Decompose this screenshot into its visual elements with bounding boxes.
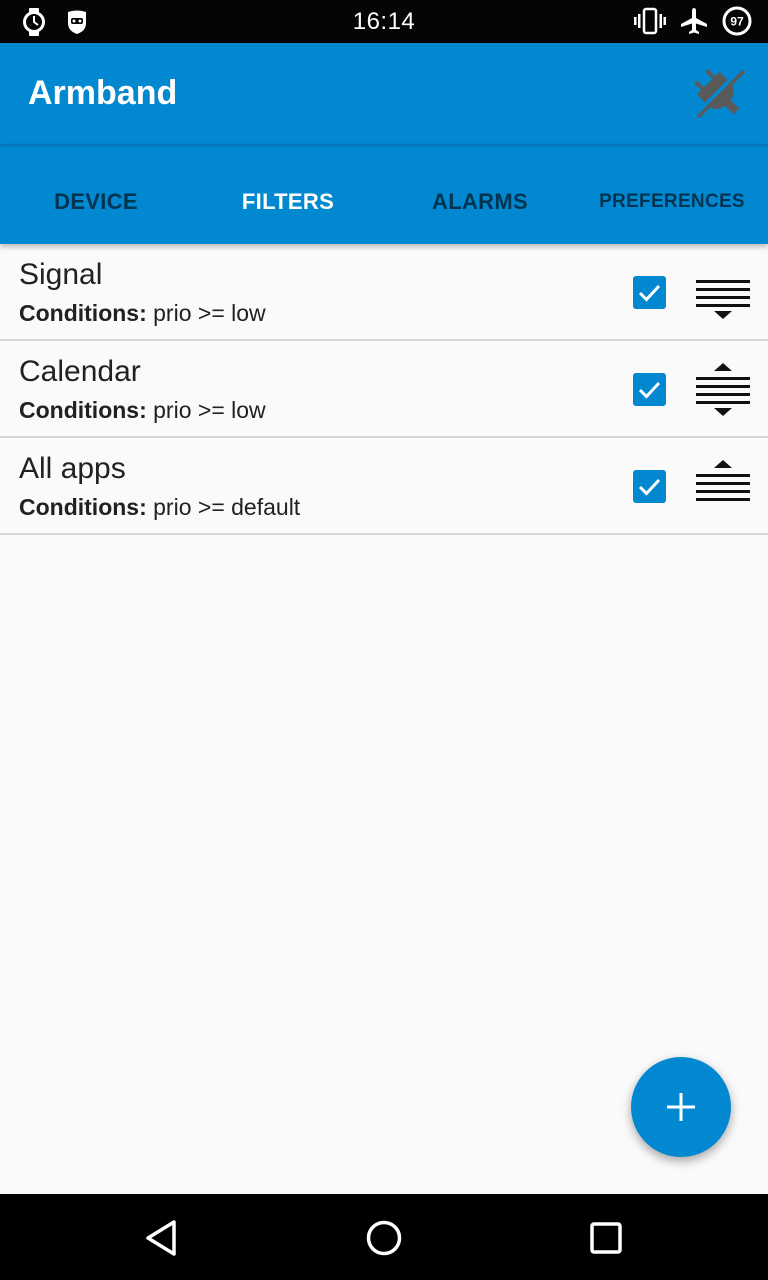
battery-level-text: 97 [730, 15, 744, 29]
enabled-checkbox[interactable] [633, 470, 666, 503]
check-icon [638, 381, 661, 399]
conditions-value: prio >= low [153, 397, 266, 423]
move-up-down-icon[interactable] [694, 357, 752, 423]
connect-button[interactable] [688, 63, 748, 123]
filter-name: Calendar [19, 355, 141, 388]
home-icon [366, 1220, 402, 1256]
status-icons-right: 97 [634, 6, 752, 41]
enabled-checkbox[interactable] [633, 276, 666, 309]
airplane-icon [680, 7, 708, 40]
filter-name: All apps [19, 452, 126, 485]
app-title: Armband [28, 74, 178, 112]
filter-row-calendar[interactable]: Calendar Conditions: prio >= low [0, 341, 768, 438]
check-icon [638, 478, 661, 496]
filter-conditions: Conditions: prio >= default [19, 494, 300, 521]
back-icon [146, 1220, 176, 1256]
app-bar: Armband [0, 43, 768, 144]
check-icon [638, 284, 661, 302]
tab-bar: DEVICE FILTERS ALARMS PREFERENCES [0, 144, 768, 244]
home-button[interactable] [362, 1216, 406, 1260]
tab-preferences[interactable]: PREFERENCES [576, 144, 768, 244]
tab-device[interactable]: DEVICE [0, 144, 192, 244]
back-button[interactable] [140, 1216, 184, 1260]
filter-list: Signal Conditions: prio >= low Calendar … [0, 244, 768, 535]
filter-conditions: Conditions: prio >= low [19, 300, 266, 327]
move-up-icon[interactable] [694, 454, 752, 520]
filter-name: Signal [19, 258, 103, 291]
recents-icon [590, 1222, 622, 1254]
filter-row-all-apps[interactable]: All apps Conditions: prio >= default [0, 438, 768, 535]
battery-icon: 97 [722, 6, 752, 41]
enabled-checkbox[interactable] [633, 373, 666, 406]
conditions-label: Conditions: [19, 397, 147, 423]
conditions-label: Conditions: [19, 494, 147, 520]
screen: 16:14 97 Armband DEVICE FILTERS ALARMS P… [0, 0, 768, 1280]
recents-button[interactable] [584, 1216, 628, 1260]
filter-conditions: Conditions: prio >= low [19, 397, 266, 424]
filter-row-signal[interactable]: Signal Conditions: prio >= low [0, 244, 768, 341]
add-filter-button[interactable] [631, 1057, 731, 1157]
tab-alarms[interactable]: ALARMS [384, 144, 576, 244]
navigation-bar [0, 1194, 768, 1280]
vibrate-icon [634, 7, 666, 40]
conditions-label: Conditions: [19, 300, 147, 326]
move-down-icon[interactable] [694, 260, 752, 326]
plus-icon [667, 1093, 695, 1121]
conditions-value: prio >= low [153, 300, 266, 326]
status-bar: 16:14 97 [0, 0, 768, 43]
tab-filters[interactable]: FILTERS [192, 144, 384, 244]
conditions-value: prio >= default [153, 494, 301, 520]
plug-disconnected-icon [692, 67, 746, 119]
